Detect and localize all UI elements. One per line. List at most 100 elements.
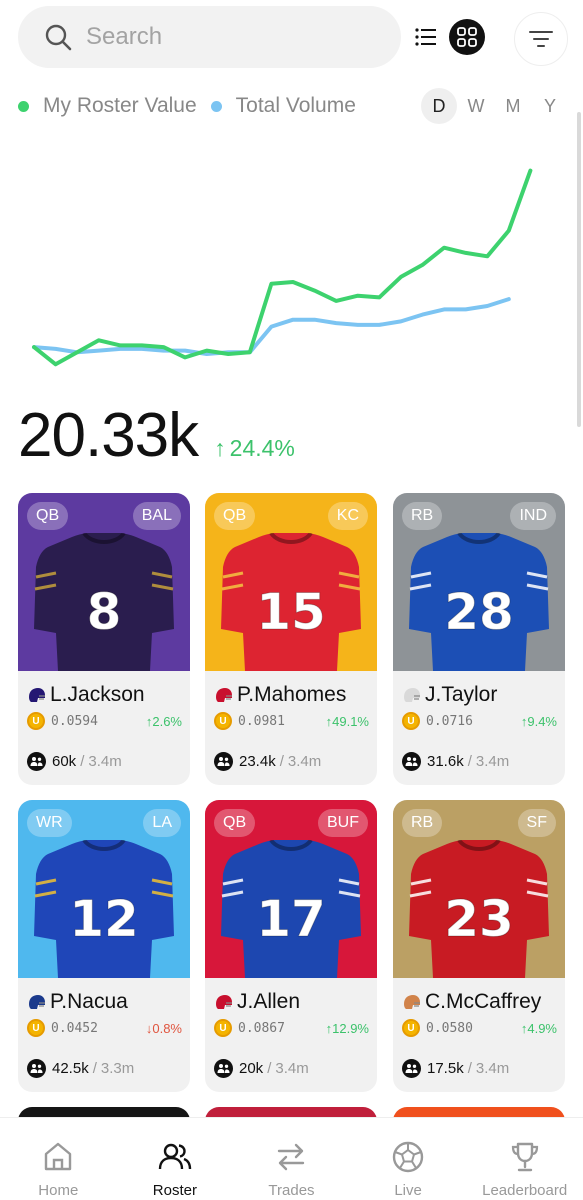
holders-icon	[27, 1059, 46, 1078]
chart-legend: My Roster Value Total Volume D W M Y	[18, 88, 568, 124]
player-image: WR LA 12	[18, 800, 190, 978]
team-badge: BUF	[318, 809, 368, 837]
price-row: U 0.0580 ↑4.9%	[402, 1019, 557, 1037]
team-helmet-icon	[404, 995, 420, 1009]
price-row: U 0.0594 ↑2.6%	[27, 712, 182, 730]
position-badge: QB	[27, 502, 69, 530]
position-badge: QB	[214, 809, 256, 837]
holders-count: 20k	[239, 1060, 264, 1077]
team-badge: LA	[143, 809, 181, 837]
series-line-total-volume	[32, 297, 511, 356]
team-badge: KC	[327, 502, 368, 530]
player-card[interactable]: RB IND 28 J.Taylor U 0.0716 ↑9.4% 31.6k/3.4m	[393, 493, 565, 785]
users-icon	[158, 1143, 192, 1170]
position-badge: RB	[402, 502, 443, 530]
player-name-row: C.McCaffrey	[402, 990, 541, 1014]
price-row: U 0.0981 ↑49.1%	[214, 712, 369, 730]
supply-sep: /	[80, 753, 85, 770]
player-price: 0.0981	[238, 713, 285, 729]
player-price: 0.0716	[426, 713, 473, 729]
player-card[interactable]: WR LA 12 P.Nacua U 0.0452 ↓0.8% 42.5k/3.3m	[18, 800, 190, 1092]
price-change: ↑49.1%	[326, 714, 369, 729]
player-image: RB IND 28	[393, 493, 565, 671]
holders-count: 23.4k	[239, 753, 276, 770]
holders-row: 23.4k/3.4m	[214, 752, 321, 771]
player-card[interactable]: QB KC 15 P.Mahomes U 0.0981 ↑49.1% 23.4k/3.4m	[205, 493, 377, 785]
player-image: RB SF 23	[393, 800, 565, 978]
nav-roster-label: Roster	[152, 1182, 197, 1199]
range-year[interactable]: Y	[532, 88, 568, 124]
price-change: ↑9.4%	[521, 714, 557, 729]
coin-icon: U	[214, 1019, 232, 1037]
player-card[interactable]: QB BAL 8 L.Jackson U 0.0594 ↑2.6% 60k/3.4m	[18, 493, 190, 785]
nav-home[interactable]: Home	[0, 1118, 117, 1200]
scrollbar[interactable]	[577, 112, 581, 427]
filter-button[interactable]	[514, 12, 568, 66]
jersey-number: 17	[256, 890, 326, 948]
nav-trades[interactable]: Trades	[233, 1118, 350, 1200]
holders-icon	[214, 1059, 233, 1078]
player-name-row: J.Taylor	[402, 683, 497, 707]
player-card[interactable]: RB SF 23 C.McCaffrey U 0.0580 ↑4.9% 17.5k/3.4m	[393, 800, 565, 1092]
home-icon	[45, 1142, 72, 1171]
jersey-image: 28	[409, 533, 549, 671]
player-price: 0.0594	[51, 713, 98, 729]
roster-value-chart	[32, 168, 533, 367]
player-name-row: P.Mahomes	[214, 683, 346, 707]
supply-total: 3.4m	[287, 753, 322, 770]
jersey-image: 12	[34, 840, 174, 978]
player-name-row: J.Allen	[214, 990, 300, 1014]
player-card[interactable]: QB BUF 17 J.Allen U 0.0867 ↑12.9% 20k/3.4m	[205, 800, 377, 1092]
player-price: 0.0452	[51, 1020, 98, 1036]
team-helmet-icon	[404, 688, 420, 702]
price-change-value: 0.8%	[152, 1020, 182, 1036]
range-month[interactable]: M	[495, 88, 531, 124]
jersey-number: 15	[256, 583, 326, 641]
holders-row: 17.5k/3.4m	[402, 1059, 509, 1078]
supply-sep: /	[467, 753, 472, 770]
portfolio-summary: 20.33k ↑ 24.4%	[18, 400, 295, 471]
coin-icon: U	[27, 1019, 45, 1037]
range-day[interactable]: D	[421, 88, 457, 124]
holders-count: 31.6k	[427, 753, 464, 770]
portfolio-change: ↑ 24.4%	[214, 435, 295, 462]
range-selector: D W M Y	[420, 88, 568, 124]
search-bar[interactable]	[18, 6, 401, 68]
nav-live[interactable]: Live	[350, 1118, 467, 1200]
player-name-row: P.Nacua	[27, 990, 128, 1014]
ball-icon	[392, 1141, 424, 1173]
position-badge: WR	[27, 809, 72, 837]
nav-live-label: Live	[394, 1182, 422, 1199]
player-name: J.Taylor	[425, 683, 498, 706]
jersey-image: 8	[34, 533, 174, 671]
jersey-number: 8	[87, 583, 122, 641]
team-helmet-icon	[216, 995, 232, 1009]
nav-leaderboard[interactable]: Leaderboard	[466, 1118, 583, 1200]
price-row: U 0.0716 ↑9.4%	[402, 712, 557, 730]
player-name: P.Nacua	[50, 990, 128, 1013]
holders-icon	[402, 1059, 421, 1078]
position-badge: RB	[402, 809, 443, 837]
player-name: P.Mahomes	[237, 683, 347, 706]
supply-total: 3.4m	[88, 753, 122, 770]
team-badge: SF	[517, 809, 556, 837]
filter-icon	[529, 31, 553, 47]
grid-view-button[interactable]	[448, 19, 485, 55]
list-view-button[interactable]	[408, 19, 444, 55]
portfolio-value: 20.33k	[18, 401, 199, 470]
holders-row: 42.5k/3.3m	[27, 1059, 134, 1078]
holders-count: 17.5k	[427, 1060, 464, 1077]
legend-roster-label: My Roster Value	[43, 94, 197, 117]
supply-sep: /	[279, 753, 284, 770]
legend-total-volume[interactable]: Total Volume	[210, 94, 356, 118]
legend-dot-volume	[210, 100, 222, 112]
legend-roster-value[interactable]: My Roster Value	[18, 94, 197, 118]
range-week[interactable]: W	[458, 88, 494, 124]
search-input[interactable]	[86, 23, 366, 51]
player-name: J.Allen	[237, 990, 301, 1013]
bottom-nav: Home Roster Trades Live Leaderboard	[0, 1117, 583, 1200]
view-toggle	[401, 12, 491, 62]
supply-sep: /	[267, 1060, 272, 1077]
holders-count: 42.5k	[52, 1060, 89, 1077]
nav-roster[interactable]: Roster	[117, 1118, 234, 1200]
